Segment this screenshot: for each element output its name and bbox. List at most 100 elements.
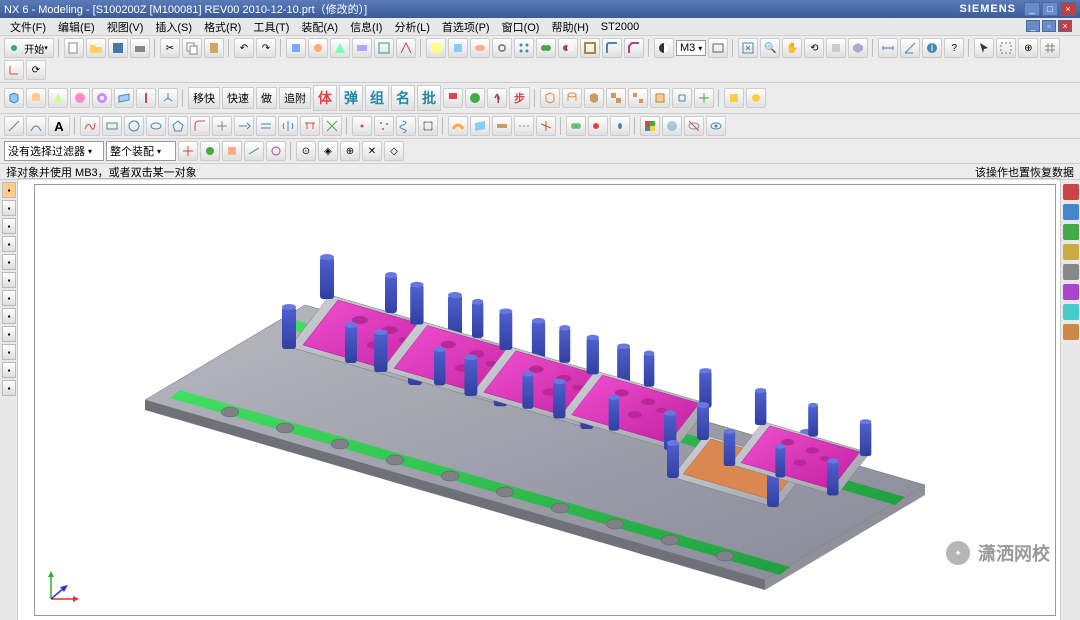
arc-icon[interactable] [26, 116, 46, 136]
sew-icon[interactable] [514, 116, 534, 136]
nav-tab-11[interactable]: ▪ [2, 362, 16, 378]
new-icon[interactable] [64, 38, 84, 58]
menu-insert[interactable]: 插入(S) [149, 19, 198, 35]
maximize-button[interactable]: □ [1042, 2, 1058, 16]
menu-help[interactable]: 帮助(H) [545, 19, 594, 35]
ellipse-icon[interactable] [146, 116, 166, 136]
trim-icon[interactable] [212, 116, 232, 136]
datum-plane-icon[interactable] [114, 88, 134, 108]
refresh-icon[interactable]: ⟳ [26, 60, 46, 80]
print-icon[interactable] [130, 38, 150, 58]
rotate-icon[interactable]: ⟲ [804, 38, 824, 58]
component-icon[interactable] [650, 88, 670, 108]
viewport[interactable] [18, 180, 1080, 620]
transparent-icon[interactable] [662, 116, 682, 136]
menu-analysis[interactable]: 分析(L) [388, 19, 435, 35]
check-icon[interactable] [465, 88, 485, 108]
measure-dist-icon[interactable] [878, 38, 898, 58]
box-icon[interactable] [4, 88, 24, 108]
filter-b-icon[interactable] [200, 141, 220, 161]
filter-e-icon[interactable] [266, 141, 286, 161]
sweep-icon[interactable] [448, 116, 468, 136]
tool-a-icon[interactable] [286, 38, 306, 58]
txtbtn-b[interactable]: 快速 [222, 87, 254, 109]
menu-view[interactable]: 视图(V) [101, 19, 150, 35]
txtbtn-name[interactable]: 名 [391, 85, 415, 111]
menu-tools[interactable]: 工具(T) [247, 19, 295, 35]
copy-icon[interactable] [182, 38, 202, 58]
doc-close-button[interactable]: × [1058, 20, 1072, 32]
nav-tab-5[interactable]: ▪ [2, 254, 16, 270]
res-green-icon[interactable] [1063, 224, 1079, 240]
boolean-u-icon[interactable] [566, 116, 586, 136]
subtract-icon[interactable] [558, 38, 578, 58]
thicken-icon[interactable] [492, 116, 512, 136]
select-icon[interactable] [996, 38, 1016, 58]
spline-icon[interactable] [80, 116, 100, 136]
csys-icon[interactable] [4, 60, 24, 80]
nav-tab-1[interactable]: ▪ [2, 182, 16, 198]
sketch-icon[interactable] [426, 38, 446, 58]
res-cyan-icon[interactable] [1063, 304, 1079, 320]
rect-icon[interactable] [102, 116, 122, 136]
measure-angle-icon[interactable] [900, 38, 920, 58]
filter-a-icon[interactable] [178, 141, 198, 161]
start-button[interactable]: 开始▾ [4, 38, 54, 58]
wireframe-box-icon[interactable] [540, 88, 560, 108]
txtbtn-a[interactable]: 移快 [188, 87, 220, 109]
open-icon[interactable] [86, 38, 106, 58]
polygon-icon[interactable] [168, 116, 188, 136]
filter-c-icon[interactable] [222, 141, 242, 161]
assembly-icon[interactable] [606, 88, 626, 108]
pointset-icon[interactable] [374, 116, 394, 136]
split-icon[interactable] [536, 116, 556, 136]
boolean-s-icon[interactable] [588, 116, 608, 136]
txtbtn-group[interactable]: 组 [365, 85, 389, 111]
menu-file[interactable]: 文件(F) [4, 19, 52, 35]
menu-info[interactable]: 信息(I) [344, 19, 388, 35]
extrude-icon[interactable] [448, 38, 468, 58]
tool-d-icon[interactable] [352, 38, 372, 58]
txtbtn-d[interactable]: 追附 [279, 87, 311, 109]
snap-icon[interactable]: ⊕ [1018, 38, 1038, 58]
gold-cyl-icon[interactable] [746, 88, 766, 108]
res-orange-icon[interactable] [1063, 324, 1079, 340]
snap-mid-icon[interactable]: ◈ [318, 141, 338, 161]
line-icon[interactable] [4, 116, 24, 136]
helix-icon[interactable] [396, 116, 416, 136]
view-iso-icon[interactable] [848, 38, 868, 58]
unite-icon[interactable] [536, 38, 556, 58]
close-button[interactable]: × [1060, 2, 1076, 16]
filter-d-icon[interactable] [244, 141, 264, 161]
menu-assembly[interactable]: 装配(A) [295, 19, 344, 35]
nav-tab-4[interactable]: ▪ [2, 236, 16, 252]
snap-ctr-icon[interactable]: ⊕ [340, 141, 360, 161]
revolve-icon[interactable] [470, 38, 490, 58]
nav-tab-6[interactable]: ▪ [2, 272, 16, 288]
save-icon[interactable] [108, 38, 128, 58]
shade-icon[interactable] [654, 38, 674, 58]
walk-icon[interactable] [487, 88, 507, 108]
material-dropdown[interactable]: M3 [676, 40, 706, 56]
res-gray-icon[interactable] [1063, 264, 1079, 280]
intersect-icon[interactable] [322, 116, 342, 136]
constraint-icon[interactable] [672, 88, 692, 108]
extend-icon[interactable] [234, 116, 254, 136]
flag-red-icon[interactable] [443, 88, 463, 108]
nav-tab-10[interactable]: ▪ [2, 344, 16, 360]
zoom-icon[interactable]: 🔍 [760, 38, 780, 58]
pattern-icon[interactable] [514, 38, 534, 58]
wcs-icon[interactable] [396, 38, 416, 58]
snap-quad-icon[interactable]: ◇ [384, 141, 404, 161]
shell-icon[interactable] [580, 38, 600, 58]
hide-icon[interactable] [684, 116, 704, 136]
pan-icon[interactable]: ✋ [782, 38, 802, 58]
chamfer-icon[interactable] [624, 38, 644, 58]
res-blue-icon[interactable] [1063, 204, 1079, 220]
snap-int-icon[interactable]: ✕ [362, 141, 382, 161]
res-yellow-icon[interactable] [1063, 244, 1079, 260]
undo-icon[interactable]: ↶ [234, 38, 254, 58]
text-icon[interactable]: A [48, 116, 70, 136]
fillet-curve-icon[interactable] [190, 116, 210, 136]
nav-tab-8[interactable]: ▪ [2, 308, 16, 324]
